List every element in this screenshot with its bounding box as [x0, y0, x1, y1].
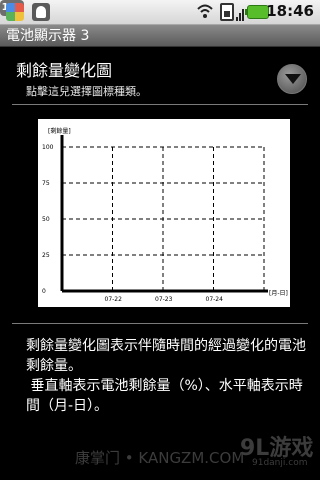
watermark-url: 91danji.com: [252, 458, 308, 468]
status-bar: 100 18:46: [0, 0, 320, 25]
battery-chart: [剩餘量] 100 75 50 25 0 07-22 07-23 07-24 [月-日]: [42, 127, 288, 303]
sim-card-icon: [220, 3, 234, 21]
wifi-icon: [197, 4, 213, 18]
chart-section-title: 剩餘量變化圖: [16, 61, 113, 80]
android-icon: [32, 3, 50, 21]
x-tick-label: 07-23: [155, 296, 173, 303]
y-tick-label: 50: [42, 216, 50, 223]
chart-type-hint[interactable]: 點擊這兒選擇圖標種類。: [26, 83, 147, 99]
y-tick-label: 25: [42, 252, 50, 259]
x-tick-label: 07-24: [206, 296, 224, 303]
header-divider: [12, 104, 308, 105]
chart-description: 剩餘量變化圖表示伴隨時間的經過變化的電池剩餘量。 垂直軸表示電池剩餘量（%）、水…: [26, 338, 306, 414]
x-tick-label: 07-22: [105, 296, 123, 303]
status-time: 18:46: [266, 2, 314, 20]
x-axis-label: [月-日]: [269, 290, 288, 297]
description-divider: [12, 323, 308, 324]
signal-strength-icon: [236, 5, 244, 21]
y-tick-label: 0: [42, 288, 46, 295]
app-notification-icon: [6, 3, 24, 21]
app-title-bar: 電池顯示器 3: [0, 25, 320, 47]
y-tick-label: 100: [42, 144, 54, 151]
chart-container: [剩餘量] 100 75 50 25 0 07-22 07-23 07-24 [月-日]: [38, 119, 290, 307]
chart-type-dropdown-button[interactable]: [277, 64, 307, 94]
y-tick-label: 75: [42, 180, 50, 187]
watermark-left: 康掌门 • KANGZM.COM: [75, 449, 245, 467]
y-axis-label: [剩餘量]: [48, 127, 71, 135]
